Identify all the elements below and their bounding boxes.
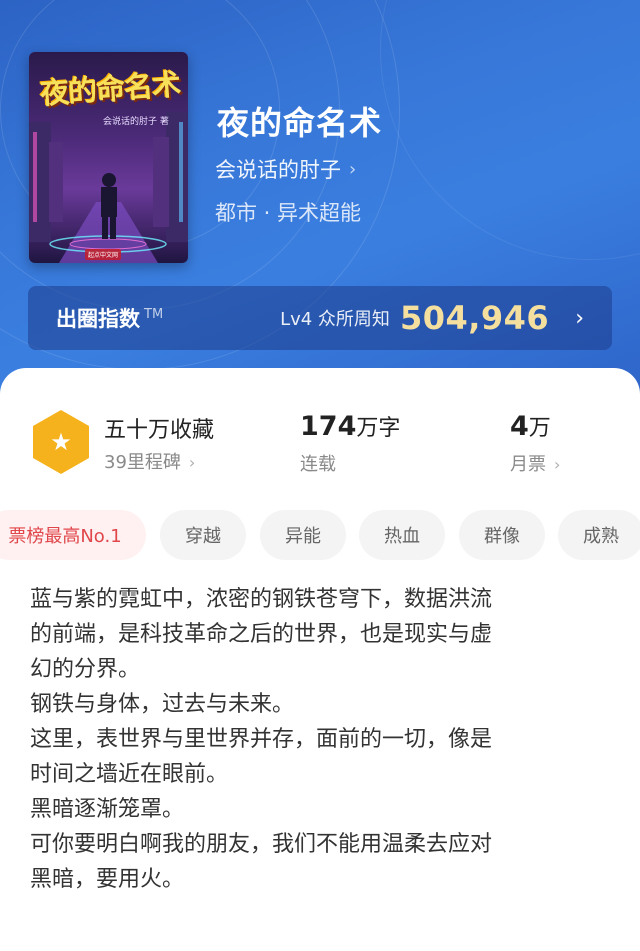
stats-row: ★ 五十万收藏 39里程碑 › 174万字 连载 4万 月票 › [0, 408, 640, 488]
chevron-right-icon: › [188, 453, 196, 472]
detail-card: ★ 五十万收藏 39里程碑 › 174万字 连载 4万 月票 › 票榜最高No.1 … [0, 368, 640, 951]
synopsis-line: 幻的分界。 [30, 657, 141, 682]
tag-chip-rank[interactable]: 票榜最高No.1 [0, 510, 146, 560]
chevron-right-icon: › [554, 455, 561, 474]
fame-index-bar[interactable]: 出圈指数 TM Lv4 众所周知 504,946 › [28, 286, 612, 350]
book-title: 夜的命名术 [217, 104, 383, 142]
collect-count: 五十万收藏 [104, 418, 215, 443]
word-count-unit: 万字 [356, 416, 401, 441]
milestone-link[interactable]: 39里程碑 › [104, 448, 195, 474]
book-cover[interactable]: 夜的命名术 会说话的肘子 著 起点中文网 [29, 52, 188, 263]
book-synopsis: 蓝与紫的霓虹中，浓密的钢铁苍穹下，数据洪流 的前端，是科技革命之后的世界，也是现… [30, 582, 610, 897]
fame-level: Lv4 众所周知 [280, 309, 390, 330]
chevron-right-icon: › [575, 305, 584, 331]
book-genre: 都市 · 异术超能 [215, 201, 362, 225]
decor-ring [380, 0, 640, 260]
tag-chip[interactable]: 成熟 [558, 510, 640, 560]
author-name[interactable]: 会说话的肘子 [215, 154, 341, 184]
votes-number: 4 [510, 411, 529, 442]
tag-chip[interactable]: 异能 [260, 510, 346, 560]
monthly-votes: 4万 [510, 410, 551, 442]
tag-chip[interactable]: 穿越 [160, 510, 246, 560]
author-link[interactable]: 会说话的肘子 › [215, 154, 356, 184]
cover-publisher: 起点中文网 [85, 249, 122, 260]
synopsis-line: 黑暗，要用火。 [30, 867, 185, 892]
synopsis-line: 钢铁与身体，过去与未来。 [30, 692, 295, 717]
milestone-label: 39里程碑 [104, 452, 181, 473]
synopsis-line: 时间之墙近在眼前。 [30, 762, 229, 787]
synopsis-line: 的前端，是科技革命之后的世界，也是现实与虚 [30, 622, 493, 647]
tag-row: 票榜最高No.1 穿越 异能 热血 群像 成熟 [0, 510, 640, 562]
word-count-number: 174 [300, 411, 357, 442]
fame-value: 504,946 [399, 299, 550, 337]
star-icon: ★ [50, 428, 72, 456]
tag-chip[interactable]: 群像 [459, 510, 545, 560]
synopsis-line: 黑暗逐渐笼罩。 [30, 797, 185, 822]
synopsis-line: 蓝与紫的霓虹中，浓密的钢铁苍穹下，数据洪流 [30, 587, 493, 612]
votes-unit: 万 [528, 416, 551, 441]
fame-label: 出圈指数 [56, 307, 140, 331]
tag-chip[interactable]: 热血 [359, 510, 445, 560]
trademark-mark: TM [144, 306, 164, 322]
synopsis-line: 这里，表世界与里世界并存，面前的一切，像是 [30, 727, 493, 752]
serial-status: 连载 [300, 454, 336, 475]
book-header: 夜的命名术 会说话的肘子 著 起点中文网 夜的命名术 会说话的肘子 › 都市 ·… [0, 0, 640, 400]
star-badge-icon: ★ [33, 410, 89, 474]
monthly-votes-link[interactable]: 月票 › [510, 450, 560, 476]
synopsis-line: 可你要明白啊我的朋友，我们不能用温柔去应对 [30, 832, 493, 857]
chevron-right-icon: › [349, 158, 357, 180]
cover-author-art: 会说话的肘子 著 [103, 117, 169, 127]
word-count: 174万字 [300, 410, 400, 442]
monthly-votes-label: 月票 [510, 454, 546, 475]
